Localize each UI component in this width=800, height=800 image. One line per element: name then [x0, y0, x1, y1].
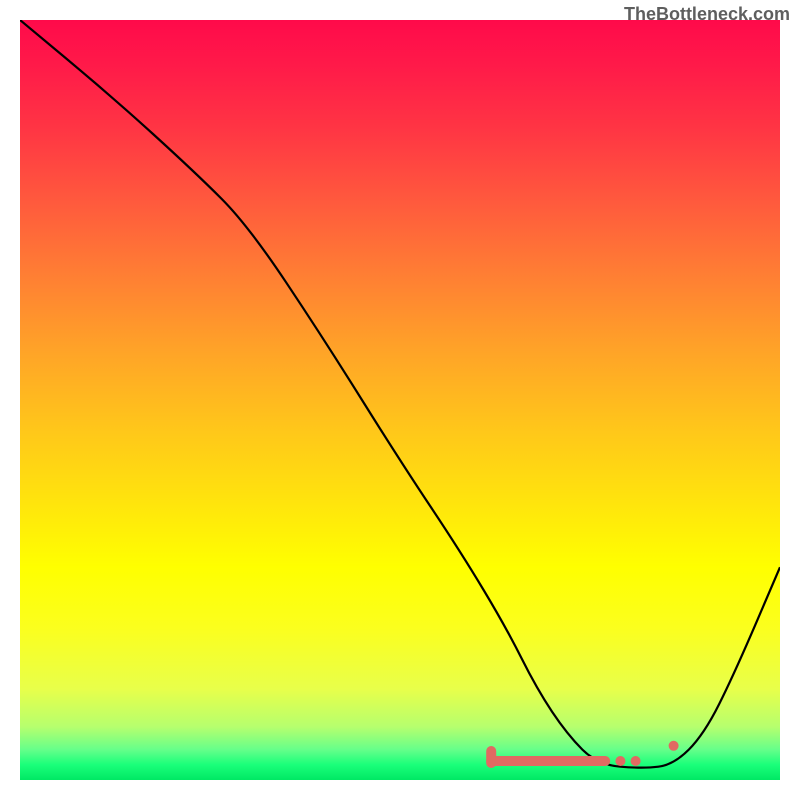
bottleneck-chart: TheBottleneck.com [0, 0, 800, 800]
attribution-label: TheBottleneck.com [624, 4, 790, 25]
heat-gradient [20, 20, 780, 780]
plot-area [20, 20, 780, 780]
